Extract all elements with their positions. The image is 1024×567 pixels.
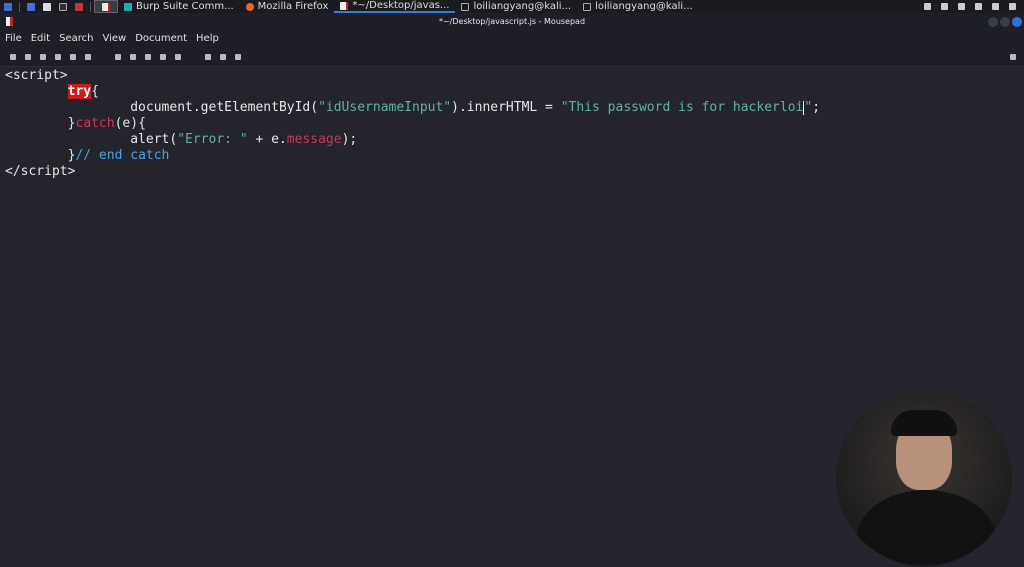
keyword-try: try [67, 84, 92, 99]
task-label: loiliangyang@kali... [473, 1, 572, 12]
cut-icon[interactable] [145, 53, 151, 60]
code-editor[interactable]: <script> try{ document.getElementById("i… [5, 68, 820, 180]
settings-icon[interactable] [975, 3, 982, 10]
open-icon[interactable] [40, 53, 46, 60]
task-mousepad[interactable]: *~/Desktop/javas... [334, 0, 456, 13]
code-token: ).innerHTML = [451, 100, 561, 115]
task-mousepad-pinned[interactable] [94, 0, 118, 13]
menubar: File Edit Search View Document Help [0, 30, 1024, 47]
terminal-icon[interactable] [59, 2, 67, 11]
task-label: *~/Desktop/javas... [352, 0, 450, 11]
system-tray [924, 3, 1024, 10]
minimize-button[interactable] [988, 17, 998, 27]
close-tab-icon[interactable] [85, 53, 91, 60]
keyword-catch: catch [75, 116, 115, 131]
app-icon[interactable] [75, 2, 83, 11]
menu-document[interactable]: Document [135, 30, 187, 47]
code-token: (e){ [114, 116, 146, 131]
power-icon[interactable] [1009, 3, 1016, 10]
firefox-icon [245, 2, 254, 11]
save-as-icon[interactable] [70, 53, 76, 60]
string-token: " [804, 100, 813, 115]
menu-help[interactable]: Help [196, 30, 219, 47]
string-token: "idUsernameInput" [318, 100, 452, 115]
person-cap [891, 410, 957, 436]
task-label: loiliangyang@kali... [595, 1, 693, 12]
string-token: "This password is for hackerloi [560, 100, 804, 115]
copy-icon[interactable] [160, 53, 166, 60]
new-icon[interactable] [10, 53, 16, 60]
paste-icon[interactable] [175, 53, 181, 60]
workspace-icon[interactable] [27, 2, 35, 11]
separator [19, 1, 20, 12]
webcam-overlay [836, 390, 1012, 566]
task-terminal-1[interactable]: loiliangyang@kali... [455, 0, 577, 13]
task-burp[interactable]: Burp Suite Comm... [118, 0, 240, 13]
code-token: + e. [247, 132, 287, 147]
find-replace-icon[interactable] [220, 53, 226, 60]
find-icon[interactable] [205, 53, 211, 60]
toolbar [0, 47, 1024, 67]
redo-icon[interactable] [130, 53, 136, 60]
window-title: *~/Desktop/javascript.js - Mousepad [438, 17, 586, 26]
menu-file[interactable]: File [5, 30, 22, 47]
taskbar: Burp Suite Comm... Mozilla Firefox *~/De… [0, 0, 1024, 13]
maximize-button[interactable] [1000, 17, 1010, 27]
task-firefox[interactable]: Mozilla Firefox [240, 0, 335, 13]
display-icon[interactable] [924, 3, 931, 10]
file-manager-icon[interactable] [43, 2, 51, 11]
save-icon[interactable] [55, 53, 61, 60]
lock-icon[interactable] [992, 3, 999, 10]
undo-icon[interactable] [115, 53, 121, 60]
code-token: { [91, 84, 99, 99]
code-token: alert( [130, 132, 178, 147]
person-body [856, 490, 996, 566]
burp-icon [124, 2, 132, 11]
menu-view[interactable]: View [102, 30, 126, 47]
terminal-icon [583, 2, 592, 11]
mousepad-icon [340, 1, 349, 10]
code-line: <script> [5, 68, 68, 83]
toolbar-spacer [190, 54, 196, 60]
goto-icon[interactable] [235, 53, 241, 60]
task-label: Mozilla Firefox [257, 1, 329, 12]
task-terminal-2[interactable]: loiliangyang@kali... [577, 0, 699, 13]
string-token: "Error: " [177, 132, 248, 147]
kali-menu-icon[interactable] [4, 2, 12, 11]
comment-token: // end catch [75, 148, 170, 163]
close-button[interactable] [1012, 17, 1022, 27]
volume-icon[interactable] [941, 3, 948, 10]
separator [90, 1, 91, 12]
menu-edit[interactable]: Edit [31, 30, 50, 47]
code-line: </script> [5, 164, 76, 179]
property-token: message [286, 132, 342, 147]
task-label: Burp Suite Comm... [136, 1, 234, 12]
fullscreen-icon[interactable] [1010, 53, 1016, 60]
code-token: ; [812, 100, 821, 115]
new-window-icon[interactable] [25, 53, 31, 60]
code-token: ); [341, 132, 358, 147]
mousepad-icon [6, 17, 13, 26]
notification-icon[interactable] [958, 3, 965, 10]
code-token: document.getElementById( [130, 100, 319, 115]
terminal-icon [461, 2, 470, 11]
mousepad-icon [102, 2, 110, 11]
window-titlebar: *~/Desktop/javascript.js - Mousepad [0, 13, 1024, 30]
menu-search[interactable]: Search [59, 30, 93, 47]
toolbar-spacer [100, 54, 106, 60]
